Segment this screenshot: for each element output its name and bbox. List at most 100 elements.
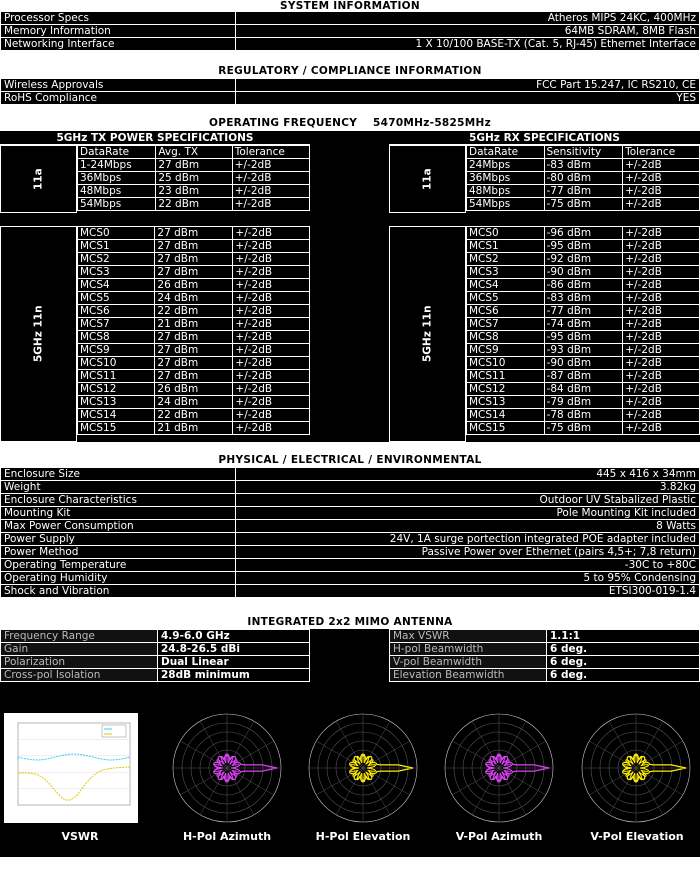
antenna-row: Cross-pol Isolation 28dB minimum xyxy=(0,668,310,682)
spec-label: Shock and Vibration xyxy=(0,584,236,598)
rate-cell: MCS11 xyxy=(466,369,545,383)
spec-row: Max Power Consumption 8 Watts xyxy=(0,519,700,533)
spec-value: 445 x 416 x 34mm xyxy=(235,467,700,481)
rate-row: MCS4 -86 dBm +/-2dB xyxy=(466,278,700,292)
antenna-block: Frequency Range 4.9-6.0 GHz Gain 24.8-26.5 … xyxy=(0,629,700,857)
vswr-legend-box xyxy=(101,724,127,738)
spec-column-header: Avg. TX xyxy=(155,145,233,159)
rate-cell: +/-2dB xyxy=(622,291,700,305)
polar-spoke xyxy=(608,767,637,815)
antenna-row: V-pol Beamwidth 6 deg. xyxy=(389,655,700,669)
polar-spoke xyxy=(335,767,364,815)
rate-row: MCS15 21 dBm +/-2dB xyxy=(76,421,310,435)
spec-row: Wireless Approvals FCC Part 15.247, IC RS… xyxy=(0,78,700,92)
rate-cell: +/-2dB xyxy=(622,239,700,253)
rate-row: MCS2 -92 dBm +/-2dB xyxy=(466,252,700,266)
vswr-plot xyxy=(4,713,138,823)
regulatory-table: Wireless Approvals FCC Part 15.247, IC RS… xyxy=(0,78,700,105)
rate-cell: +/-2dB xyxy=(622,395,700,409)
rate-cell: +/-2dB xyxy=(232,265,310,279)
rate-cell: MCS12 xyxy=(76,382,156,396)
spec-value: 1 X 10/100 BASE-TX (Cat. 5, RJ-45) Ether… xyxy=(235,37,700,51)
rate-cell: +/-2dB xyxy=(232,304,310,318)
rate-cell: MCS14 xyxy=(76,408,156,422)
caption-v-pol-elevation: V-Pol Elevation xyxy=(590,830,684,843)
antenna-label: Frequency Range xyxy=(0,629,158,643)
spec-value: Outdoor UV Stabalized Plastic xyxy=(235,493,700,507)
antenna-value: 4.9-6.0 GHz xyxy=(157,629,310,643)
rate-cell: +/-2dB xyxy=(622,317,700,331)
rx-label-11a: 11a xyxy=(389,145,466,213)
polar-spoke xyxy=(362,767,391,815)
rate-row: MCS2 27 dBm +/-2dB xyxy=(76,252,310,266)
polar-spoke xyxy=(608,721,637,769)
antenna-value: 6 deg. xyxy=(546,668,700,682)
rate-cell: +/-2dB xyxy=(232,239,310,253)
rate-cell: MCS8 xyxy=(466,330,545,344)
rate-row: MCS5 24 dBm +/-2dB xyxy=(76,291,310,305)
rate-cell: +/-2dB xyxy=(232,252,310,266)
rate-row: 36Mbps -80 dBm +/-2dB xyxy=(466,171,700,185)
rate-row: 54Mbps -75 dBm +/-2dB xyxy=(466,197,700,211)
rate-cell: 36Mbps xyxy=(76,171,157,185)
rate-cell: +/-2dB xyxy=(622,265,700,279)
rate-cell: -77 dBm xyxy=(543,184,624,198)
rate-row: MCS1 27 dBm +/-2dB xyxy=(76,239,310,253)
rate-row: MCS5 -83 dBm +/-2dB xyxy=(466,291,700,305)
spec-value: 5 to 95% Condensing xyxy=(235,571,700,585)
rate-row: MCS0 27 dBm +/-2dB xyxy=(76,226,310,240)
physical-title: PHYSICAL / ELECTRICAL / ENVIRONMENTAL xyxy=(0,454,700,467)
spec-row: Operating Humidity 5 to 95% Condensing xyxy=(0,571,700,585)
caption-h-pol-elevation: H-Pol Elevation xyxy=(315,830,411,843)
rate-cell: 48Mbps xyxy=(466,184,545,198)
rate-cell: +/-2dB xyxy=(232,369,310,383)
rate-row: MCS13 24 dBm +/-2dB xyxy=(76,395,310,409)
antenna-value: 6 deg. xyxy=(546,642,700,656)
v-pol-elevation-plot xyxy=(581,713,691,823)
rate-cell: 24 dBm xyxy=(154,395,234,409)
rate-cell: -78 dBm xyxy=(543,408,624,422)
v-pol-azimuth-plot xyxy=(444,713,554,823)
rate-cell: -75 dBm xyxy=(543,197,624,211)
spec-value: -30C to +80C xyxy=(235,558,700,572)
spec-column-header: Tolerance xyxy=(622,145,700,159)
rate-cell: MCS0 xyxy=(466,226,545,240)
rate-cell: +/-2dB xyxy=(622,278,700,292)
polar-spoke xyxy=(335,721,364,769)
rate-cell: +/-2dB xyxy=(622,408,700,422)
rate-cell: MCS1 xyxy=(76,239,156,253)
rate-cell: +/-2dB xyxy=(232,382,310,396)
rate-cell: +/-2dB xyxy=(231,197,311,211)
frequency-block: 5GHz TX POWER SPECIFICATIONS 5GHz RX SPE… xyxy=(0,131,700,442)
rate-cell: 27 dBm xyxy=(154,356,234,370)
rate-cell: +/-2dB xyxy=(232,356,310,370)
rate-row: MCS6 -77 dBm +/-2dB xyxy=(466,304,700,318)
frequency-title: OPERATING FREQUENCY 5470MHz-5825MHz xyxy=(0,117,700,130)
rate-cell: -84 dBm xyxy=(543,382,624,396)
physical-table: Enclosure Size 445 x 416 x 34mm Weight 3.82… xyxy=(0,467,700,598)
spec-row: Processor Specs Atheros MIPS 24KC, 400MHz xyxy=(0,11,700,25)
rate-cell: 21 dBm xyxy=(154,317,234,331)
regulatory-block: Wireless Approvals FCC Part 15.247, IC RS… xyxy=(0,78,700,105)
rate-row: 24Mbps -83 dBm +/-2dB xyxy=(466,158,700,172)
spec-label: RoHS Compliance xyxy=(0,91,236,105)
spec-row: Power Supply 24V, 1A surge portection int… xyxy=(0,532,700,546)
spec-value: YES xyxy=(235,91,700,105)
rate-cell: +/-2dB xyxy=(232,291,310,305)
rate-cell: 22 dBm xyxy=(154,304,234,318)
spec-label: Max Power Consumption xyxy=(0,519,236,533)
polar-spoke xyxy=(635,721,664,769)
rate-cell: -83 dBm xyxy=(543,291,624,305)
antenna-label: V-pol Beamwidth xyxy=(389,655,547,669)
rate-cell: +/-2dB xyxy=(622,421,700,435)
spec-header-row: DataRate Avg. TX Tolerance xyxy=(76,145,311,159)
spec-row: Memory Information 64MB SDRAM, 8MB Flash xyxy=(0,24,700,38)
rate-cell: MCS13 xyxy=(76,395,156,409)
antenna-row: H-pol Beamwidth 6 deg. xyxy=(389,642,700,656)
antenna-right-table: Max VSWR 1.1:1 H-pol Beamwidth 6 deg. V-pol … xyxy=(389,629,700,682)
tx-label-11n: 5GHz 11n xyxy=(0,226,77,442)
rate-cell: MCS4 xyxy=(76,278,156,292)
rx-label-11n: 5GHz 11n xyxy=(389,226,466,442)
caption-vswr: VSWR xyxy=(61,830,99,843)
rate-cell: 23 dBm xyxy=(155,184,233,198)
